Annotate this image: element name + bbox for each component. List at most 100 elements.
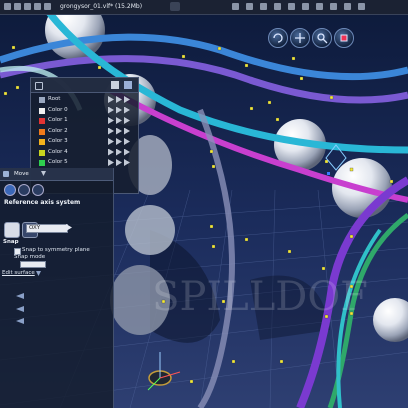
tool-name: Move — [14, 171, 29, 177]
file-icon[interactable] — [4, 3, 11, 10]
scene-item[interactable]: Color 4 — [31, 148, 138, 159]
toggle-icon[interactable] — [108, 148, 114, 156]
axis-system-field[interactable]: OXY — [26, 224, 68, 233]
collapse-icon[interactable] — [35, 82, 43, 90]
layer-lock-icon[interactable] — [124, 81, 132, 89]
toggle-icon[interactable] — [108, 127, 114, 135]
scene-item-label: Color 3 — [48, 138, 68, 144]
reference-axis-title: Reference axis system — [4, 199, 81, 206]
zoom-view-icon[interactable] — [312, 28, 332, 48]
render-icon[interactable] — [170, 2, 180, 11]
expand-icon[interactable] — [36, 271, 41, 276]
chevron-down-icon[interactable] — [41, 171, 46, 176]
top-toolbar: grongysor_01.vlf* (15.2Mb) — [0, 0, 408, 15]
pick-axis-icon[interactable] — [66, 224, 72, 231]
translate-icon[interactable] — [4, 184, 16, 196]
toggle-icon[interactable] — [116, 96, 122, 103]
scene-item-toggles[interactable] — [108, 106, 132, 116]
toggle-icon[interactable] — [124, 159, 130, 166]
scene-item-toggles[interactable] — [108, 96, 132, 105]
toggle-icon[interactable] — [124, 127, 130, 135]
slider-1[interactable] — [2, 293, 32, 299]
snap-symmetry-label: Snap to symmetry plane — [22, 247, 90, 253]
scene-item-label: Color 4 — [48, 148, 68, 155]
scene-item[interactable]: Root — [31, 95, 138, 106]
light-icon[interactable] — [246, 3, 253, 10]
scene-item-toggles[interactable] — [108, 159, 132, 168]
toggle-icon[interactable] — [108, 159, 114, 166]
view-icon[interactable] — [316, 3, 323, 10]
scene-item[interactable]: Color 0 — [31, 106, 138, 117]
magnet-icon[interactable] — [344, 3, 351, 10]
open-icon[interactable] — [14, 3, 21, 10]
color-swatch-icon — [39, 139, 45, 145]
toggle-icon[interactable] — [116, 138, 122, 145]
focus-view-icon[interactable] — [334, 28, 354, 48]
slider-knob-icon[interactable] — [16, 293, 24, 299]
scene-item[interactable]: Color 3 — [31, 137, 138, 148]
rotate-view-icon[interactable] — [268, 28, 288, 48]
properties-header: Move — [0, 168, 113, 181]
color-swatch-icon — [39, 97, 45, 103]
toggle-icon[interactable] — [108, 117, 114, 124]
toggle-icon[interactable] — [116, 127, 122, 135]
layer-icon[interactable] — [274, 3, 281, 10]
toggle-icon[interactable] — [108, 106, 114, 114]
undo-icon[interactable] — [34, 3, 41, 10]
snap-mode-select[interactable] — [20, 261, 46, 268]
scene-panel-header — [31, 78, 138, 93]
toggle-icon[interactable] — [124, 96, 130, 103]
scene-item-label: Color 5 — [48, 159, 68, 165]
scene-item-toggles[interactable] — [108, 148, 132, 158]
scene-item-toggles[interactable] — [108, 127, 132, 137]
file-title: grongysor_01.vlf* (15.2Mb) — [60, 3, 143, 10]
toggle-icon[interactable] — [116, 159, 122, 166]
toggle-icon[interactable] — [124, 138, 130, 145]
color-swatch-icon — [39, 107, 45, 114]
scene-item-toggles[interactable] — [108, 138, 132, 147]
redo-icon[interactable] — [44, 3, 51, 10]
scene-item[interactable]: Color 5 — [31, 158, 138, 169]
toggle-icon[interactable] — [124, 106, 130, 114]
color-swatch-icon — [39, 149, 45, 156]
pan-view-icon[interactable] — [290, 28, 310, 48]
grid-icon[interactable] — [330, 3, 337, 10]
scene-item-label: Root — [48, 96, 61, 102]
settings-icon[interactable] — [288, 3, 295, 10]
slider-knob-icon[interactable] — [16, 306, 24, 312]
properties-panel: Move Reference axis system OXY Snap Snap… — [0, 168, 114, 408]
scene-item-label: Color 0 — [48, 106, 68, 113]
toggle-icon[interactable] — [116, 106, 122, 114]
toggle-icon[interactable] — [124, 148, 130, 156]
scene-item[interactable]: Color 2 — [31, 127, 138, 138]
slider-3[interactable] — [2, 318, 32, 324]
toggle-icon[interactable] — [108, 96, 114, 103]
toggle-icon[interactable] — [124, 117, 130, 124]
axis-system-icon[interactable] — [4, 222, 20, 238]
color-swatch-icon — [39, 118, 45, 124]
scale-icon[interactable] — [32, 184, 44, 196]
scene-item-label: Color 2 — [48, 127, 68, 134]
slider-2[interactable] — [2, 306, 32, 312]
scene-item-label: Color 1 — [48, 117, 68, 123]
edit-surface-link[interactable]: Edit surface — [2, 270, 35, 276]
snap-mode-label: Snap mode — [14, 254, 46, 260]
snap-heading: Snap — [3, 239, 19, 245]
toggle-icon[interactable] — [116, 148, 122, 156]
color-swatch-icon — [39, 128, 45, 135]
slider-knob-icon[interactable] — [16, 318, 24, 324]
toggle-icon[interactable] — [108, 138, 114, 145]
layer-visibility-icon[interactable] — [111, 81, 119, 89]
color-swatch-icon — [39, 160, 45, 166]
camera-icon[interactable] — [232, 3, 239, 10]
rotate-icon[interactable] — [18, 184, 30, 196]
move-tool-icon[interactable] — [3, 171, 9, 177]
save-icon[interactable] — [24, 3, 31, 10]
scene-item[interactable]: Color 1 — [31, 116, 138, 127]
svg-text:SPILLDOF: SPILLDOF — [152, 274, 368, 320]
toggle-icon[interactable] — [116, 117, 122, 124]
lock-icon[interactable] — [358, 3, 365, 10]
help-icon[interactable] — [302, 3, 309, 10]
material-icon[interactable] — [260, 3, 267, 10]
scene-item-toggles[interactable] — [108, 117, 132, 126]
